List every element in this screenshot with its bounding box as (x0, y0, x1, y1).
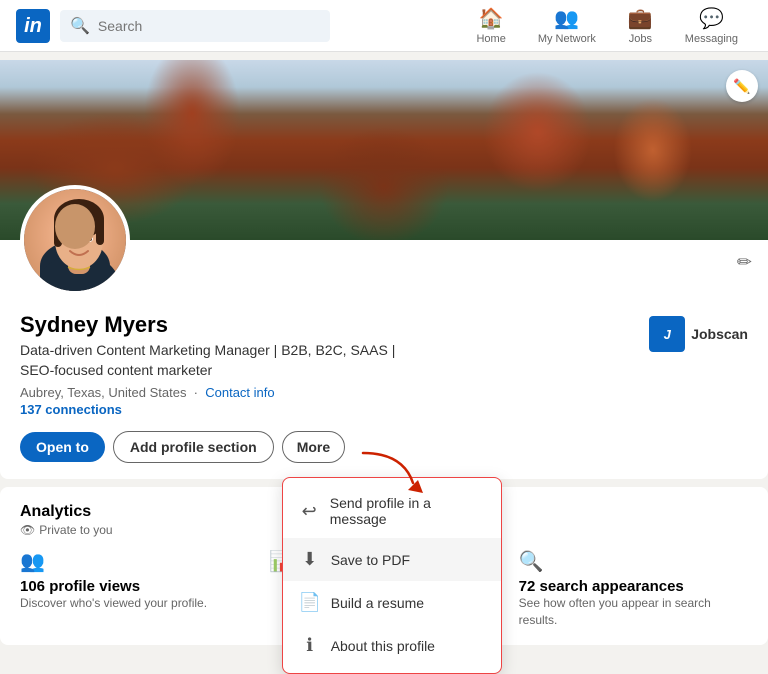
analytics-profile-views: 👥 106 profile views Discover who's viewe… (20, 549, 249, 629)
home-icon: 🏠 (479, 6, 504, 31)
company-logo: J (649, 316, 685, 352)
profile-views-desc: Discover who's viewed your profile. (20, 595, 249, 612)
network-icon: 👥 (554, 6, 579, 31)
profile-views-count: 106 profile views (20, 578, 249, 595)
add-profile-section-button[interactable]: Add profile section (113, 431, 274, 463)
nav-items: 🏠 Home 👥 My Network 💼 Jobs 💬 Messaging (462, 2, 752, 49)
avatar (20, 185, 130, 295)
nav-messaging[interactable]: 💬 Messaging (671, 2, 752, 49)
send-icon: ↩ (299, 501, 320, 522)
search-icon: 🔍 (70, 16, 90, 36)
profile-location: Aubrey, Texas, United States · Contact i… (20, 385, 400, 400)
profile-title: Data-driven Content Marketing Manager | … (20, 341, 400, 380)
search-appearances-count: 72 search appearances (519, 578, 748, 595)
connections-count[interactable]: 137 connections (20, 402, 400, 417)
more-dropdown-menu: ↩ Send profile in a message ⬇ Save to PD… (282, 477, 502, 674)
more-button[interactable]: More (282, 431, 345, 463)
search-box[interactable]: 🔍 (60, 10, 330, 42)
dropdown-build-resume[interactable]: 📄 Build a resume (283, 581, 501, 624)
profile-views-icon: 👥 (20, 549, 45, 574)
analytics-search-appearances: 🔍 72 search appearances See how often yo… (519, 549, 748, 629)
info-icon: ℹ (299, 635, 321, 656)
profile-name: Sydney Myers (20, 312, 400, 338)
avatar-image (24, 189, 126, 291)
messaging-icon: 💬 (699, 6, 724, 31)
profile-edit-button[interactable]: ✏ (737, 252, 752, 273)
profile-wrapper: ✏️ (0, 60, 768, 645)
banner-edit-icon: ✏️ (733, 78, 750, 95)
company-name: Jobscan (691, 326, 748, 342)
jobs-icon: 💼 (628, 6, 653, 31)
profile-edit-icon: ✏ (737, 252, 752, 272)
search-appearances-icon: 🔍 (519, 549, 544, 574)
nav-my-network[interactable]: 👥 My Network (524, 2, 610, 49)
banner-edit-button[interactable]: ✏️ (726, 70, 758, 102)
navbar: in 🔍 🏠 Home 👥 My Network 💼 Jobs 💬 Messag… (0, 0, 768, 52)
nav-home[interactable]: 🏠 Home (462, 2, 519, 49)
linkedin-logo[interactable]: in (16, 9, 50, 43)
search-input[interactable] (98, 18, 320, 34)
more-button-container: More ↩ Send profile in a message (282, 431, 345, 463)
private-eye-icon: 👁 (20, 523, 35, 537)
action-buttons: Open to Add profile section More (20, 431, 748, 463)
download-icon: ⬇ (299, 549, 321, 570)
nav-jobs[interactable]: 💼 Jobs (614, 2, 667, 49)
company-badge: J Jobscan (649, 316, 748, 352)
main-content: ✏️ (0, 52, 768, 653)
dropdown-save-pdf[interactable]: ⬇ Save to PDF (283, 538, 501, 581)
profile-header: Sydney Myers Data-driven Content Marketi… (20, 252, 748, 417)
profile-main-info: Sydney Myers Data-driven Content Marketi… (20, 312, 400, 417)
resume-icon: 📄 (299, 592, 321, 613)
profile-info-area: ✏ Sydney Myers Data-driven Content Marke… (0, 240, 768, 479)
open-to-button[interactable]: Open to (20, 432, 105, 462)
search-appearances-desc: See how often you appear in search resul… (519, 595, 748, 629)
profile-card: ✏️ (0, 60, 768, 479)
contact-info-link[interactable]: Contact info (205, 385, 274, 400)
dropdown-send-profile[interactable]: ↩ Send profile in a message (283, 484, 501, 538)
